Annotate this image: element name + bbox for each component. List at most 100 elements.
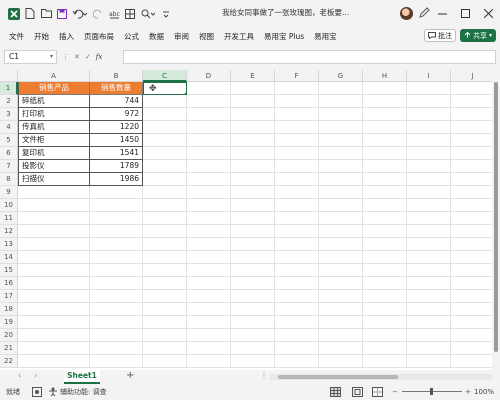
zoom-slider-thumb[interactable]: [430, 388, 433, 395]
row-header-10[interactable]: 10: [0, 199, 18, 212]
cell[interactable]: [187, 212, 231, 225]
page-break-view-icon[interactable]: [372, 387, 383, 399]
cell[interactable]: [451, 342, 492, 355]
accessibility-status[interactable]: 辅助功能: 调查: [60, 387, 107, 397]
cell[interactable]: [231, 134, 275, 147]
cell[interactable]: [90, 277, 143, 290]
share-button[interactable]: 共享 ▾: [459, 29, 496, 42]
macro-record-icon[interactable]: [32, 387, 42, 399]
row-header-11[interactable]: 11: [0, 212, 18, 225]
cell[interactable]: [407, 173, 451, 186]
cell[interactable]: [187, 264, 231, 277]
tab-developer[interactable]: 开发工具: [219, 31, 259, 42]
cell[interactable]: [18, 277, 90, 290]
cell[interactable]: [275, 225, 319, 238]
cell[interactable]: [363, 121, 407, 134]
cell[interactable]: [363, 342, 407, 355]
cell[interactable]: [363, 329, 407, 342]
cell[interactable]: [275, 121, 319, 134]
cell[interactable]: [407, 134, 451, 147]
product-cell[interactable]: 碎纸机: [18, 95, 90, 108]
product-cell[interactable]: 打印机: [18, 108, 90, 121]
row-header-4[interactable]: 4: [0, 121, 18, 134]
quantity-cell[interactable]: 1450: [90, 134, 143, 147]
row-header-19[interactable]: 19: [0, 316, 18, 329]
cell[interactable]: [363, 251, 407, 264]
cell[interactable]: [90, 212, 143, 225]
product-cell[interactable]: 文件柜: [18, 134, 90, 147]
cell[interactable]: [451, 134, 492, 147]
cell[interactable]: [319, 316, 363, 329]
cell[interactable]: [231, 264, 275, 277]
tab-home[interactable]: 开始: [29, 31, 54, 42]
cell[interactable]: [363, 95, 407, 108]
cell[interactable]: [143, 238, 187, 251]
cell[interactable]: [231, 199, 275, 212]
tab-formulas[interactable]: 公式: [119, 31, 144, 42]
cell[interactable]: [319, 186, 363, 199]
cell[interactable]: [275, 303, 319, 316]
product-cell[interactable]: 扫描仪: [18, 173, 90, 186]
chevron-down-icon[interactable]: ▾: [50, 51, 53, 63]
cell[interactable]: [18, 251, 90, 264]
cell[interactable]: [143, 290, 187, 303]
row-header-22[interactable]: 22: [0, 355, 18, 368]
normal-view-icon[interactable]: [330, 387, 341, 399]
cell[interactable]: [363, 199, 407, 212]
cell[interactable]: [231, 329, 275, 342]
cell[interactable]: [275, 342, 319, 355]
column-header-f[interactable]: F: [275, 70, 319, 82]
insert-function-label[interactable]: fx: [96, 53, 103, 61]
cell[interactable]: [275, 290, 319, 303]
cell[interactable]: [407, 355, 451, 368]
cell[interactable]: [143, 121, 187, 134]
row-header-7[interactable]: 7: [0, 160, 18, 173]
cell[interactable]: [363, 225, 407, 238]
cell[interactable]: [231, 316, 275, 329]
cell[interactable]: [231, 212, 275, 225]
cell[interactable]: [187, 186, 231, 199]
cell[interactable]: [275, 264, 319, 277]
cell[interactable]: [451, 290, 492, 303]
tab-split-handle-icon[interactable]: ⋮: [260, 371, 268, 380]
cell[interactable]: [363, 277, 407, 290]
cell[interactable]: [275, 199, 319, 212]
cell[interactable]: [18, 225, 90, 238]
row-header-2[interactable]: 2: [0, 95, 18, 108]
cell[interactable]: [231, 108, 275, 121]
cell[interactable]: [275, 212, 319, 225]
zoom-level[interactable]: 100%: [474, 388, 494, 396]
cell[interactable]: [90, 251, 143, 264]
cell[interactable]: [18, 290, 90, 303]
cell[interactable]: [275, 173, 319, 186]
cell[interactable]: [90, 355, 143, 368]
cell[interactable]: [143, 95, 187, 108]
formula-input[interactable]: [123, 50, 496, 64]
zoom-slider[interactable]: [402, 388, 462, 395]
pen-icon[interactable]: [419, 7, 430, 20]
cell[interactable]: [143, 212, 187, 225]
cell[interactable]: [187, 147, 231, 160]
cell[interactable]: [407, 82, 451, 95]
cell[interactable]: [407, 329, 451, 342]
cell[interactable]: [231, 355, 275, 368]
cell[interactable]: [187, 225, 231, 238]
cell[interactable]: [319, 212, 363, 225]
cell[interactable]: [407, 303, 451, 316]
cell[interactable]: [407, 147, 451, 160]
cell[interactable]: [451, 199, 492, 212]
cell[interactable]: [451, 173, 492, 186]
maximize-icon[interactable]: [454, 0, 477, 27]
cell[interactable]: [407, 212, 451, 225]
cell[interactable]: [143, 199, 187, 212]
next-sheet-icon[interactable]: ›: [34, 371, 37, 380]
select-all-corner[interactable]: [0, 70, 18, 82]
cell[interactable]: [275, 82, 319, 95]
cell[interactable]: [231, 290, 275, 303]
row-header-8[interactable]: 8: [0, 173, 18, 186]
cell[interactable]: [275, 355, 319, 368]
cell[interactable]: [407, 160, 451, 173]
cell[interactable]: [451, 225, 492, 238]
cell[interactable]: [319, 264, 363, 277]
cell[interactable]: [319, 134, 363, 147]
